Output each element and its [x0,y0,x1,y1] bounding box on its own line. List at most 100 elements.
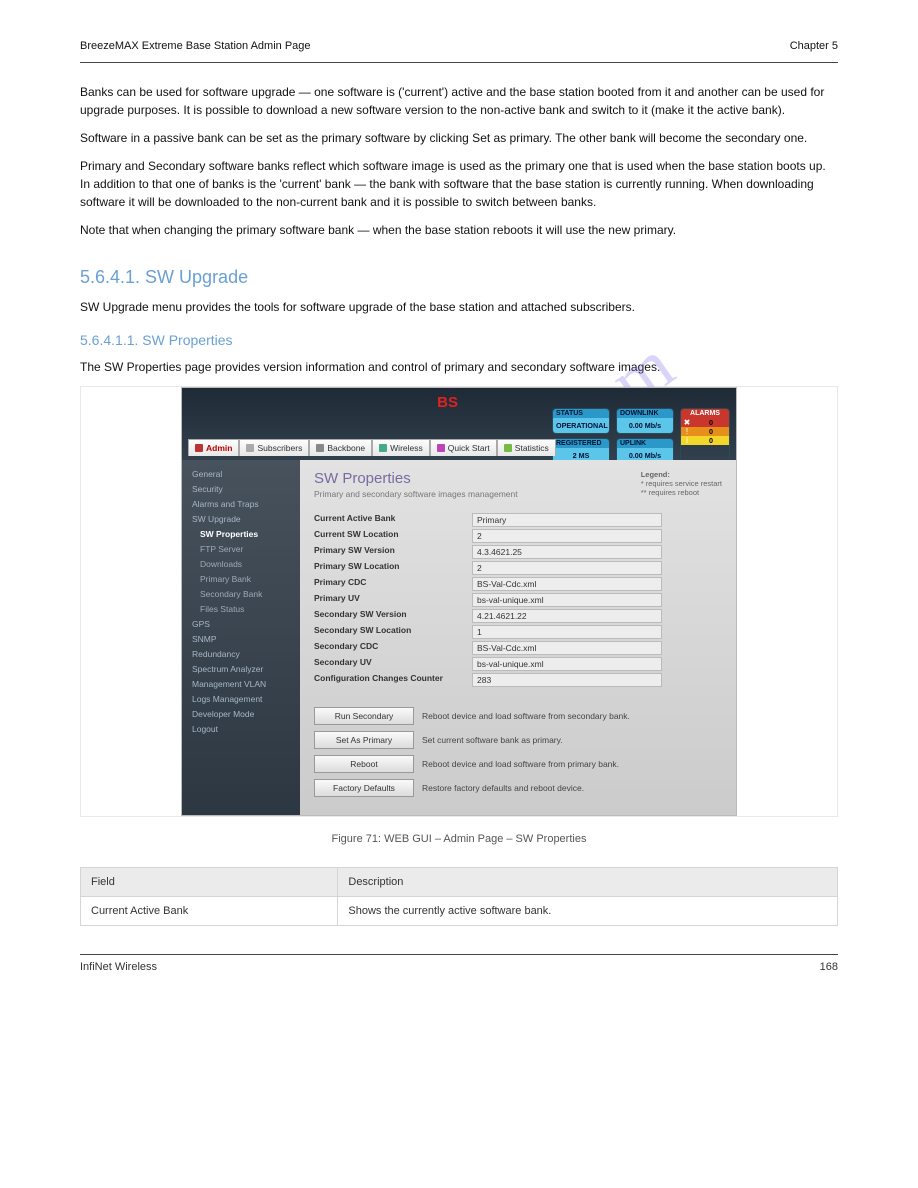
header-left: BreezeMAX Extreme Base Station Admin Pag… [80,40,311,52]
properties-grid: Current Active BankPrimaryCurrent SW Loc… [314,513,722,687]
sidebar-item-secondary-bank[interactable]: Secondary Bank [182,586,300,601]
tab-label: Quick Start [448,443,490,453]
prop-label: Secondary SW Version [314,609,464,623]
gauge-dl-body: 0.00 Mb/s [617,418,673,433]
button-desc: Set current software bank as primary. [422,735,722,745]
sidebar-item-downloads[interactable]: Downloads [182,556,300,571]
intro-para-1: Banks can be used for software upgrade —… [80,83,838,119]
prop-value: 1 [472,625,662,639]
backbone-icon [316,444,324,452]
gauge-ul-head: UPLINK [617,439,673,448]
prop-label: Primary CDC [314,577,464,591]
tab-subscribers[interactable]: Subscribers [239,439,309,456]
page-header: BreezeMAX Extreme Base Station Admin Pag… [80,40,838,52]
button-desc: Reboot device and load software from sec… [422,711,722,721]
page-footer: InfiNet Wireless 168 [80,954,838,973]
gauge-reg-head: REGISTERED [553,439,609,448]
header-rule [80,62,838,63]
screenshot-topbar: BS STATUS OPERATIONAL REGISTERED 2 MS [182,388,736,460]
legend-line-2: ** requires reboot [641,488,722,497]
sidebar-item-logout[interactable]: Logout [182,721,300,736]
tab-label: Backbone [327,443,365,453]
button-desc: Reboot device and load software from pri… [422,759,722,769]
reboot-button[interactable]: Reboot [314,755,414,773]
gauge-alarms: ALARMS ✖0 !0 i0 [680,408,730,464]
prop-label: Current Active Bank [314,513,464,527]
button-row: Run Secondary Reboot device and load soft… [314,707,722,725]
wireless-icon [379,444,387,452]
table-cell-field: Current Active Bank [81,897,338,926]
quick-start-icon [437,444,445,452]
prop-label: Primary SW Version [314,545,464,559]
figure-caption: Figure 71: WEB GUI – Admin Page – SW Pro… [80,833,838,845]
subscribers-icon [246,444,254,452]
prop-label: Primary SW Location [314,561,464,575]
button-row: Factory Defaults Restore factory defaults… [314,779,722,797]
admin-icon [195,444,203,452]
button-desc: Restore factory defaults and reboot devi… [422,783,722,793]
table-head-desc: Description [338,868,838,897]
sidebar: GeneralSecurityAlarms and TrapsSW Upgrad… [182,460,300,815]
tab-wireless[interactable]: Wireless [372,439,430,456]
tab-backbone[interactable]: Backbone [309,439,372,456]
sidebar-item-sw-upgrade[interactable]: SW Upgrade [182,511,300,526]
sidebar-item-management-vlan[interactable]: Management VLAN [182,676,300,691]
section-sw-upgrade-heading: 5.6.4.1. SW Upgrade [80,267,838,288]
tab-label: Admin [206,443,232,453]
intro-para-3: Primary and Secondary software banks ref… [80,157,838,211]
gauge-alarms-head: ALARMS [681,409,729,418]
tab-quick-start[interactable]: Quick Start [430,439,497,456]
tab-statistics[interactable]: Statistics [497,439,556,456]
sidebar-item-primary-bank[interactable]: Primary Bank [182,571,300,586]
prop-value: 4.3.4621.25 [472,545,662,559]
sidebar-item-redundancy[interactable]: Redundancy [182,646,300,661]
alarm-minor-val: 0 [693,436,729,445]
prop-label: Secondary UV [314,657,464,671]
prop-value: bs-val-unique.xml [472,593,662,607]
footer-left: InfiNet Wireless [80,961,157,973]
gauge-downlink: DOWNLINK 0.00 Mb/s [616,408,674,434]
legend: Legend: * requires service restart ** re… [641,470,722,497]
button-row: Reboot Reboot device and load software fr… [314,755,722,773]
prop-value: 4.21.4621.22 [472,609,662,623]
sidebar-item-gps[interactable]: GPS [182,616,300,631]
section-sw-upgrade-body: SW Upgrade menu provides the tools for s… [80,298,838,316]
sidebar-item-files-status[interactable]: Files Status [182,601,300,616]
sidebar-item-snmp[interactable]: SNMP [182,631,300,646]
prop-value: 2 [472,561,662,575]
alarm-major-val: 0 [693,427,729,436]
intro-para-4: Note that when changing the primary soft… [80,221,838,239]
sidebar-item-general[interactable]: General [182,466,300,481]
sidebar-item-developer-mode[interactable]: Developer Mode [182,706,300,721]
sidebar-item-logs-management[interactable]: Logs Management [182,691,300,706]
prop-value: 2 [472,529,662,543]
prop-value: 283 [472,673,662,687]
table-head-field: Field [81,868,338,897]
figure-wrap: BS STATUS OPERATIONAL REGISTERED 2 MS [80,386,838,817]
screenshot: BS STATUS OPERATIONAL REGISTERED 2 MS [181,387,737,816]
tab-admin[interactable]: Admin [188,439,239,456]
prop-label: Configuration Changes Counter [314,673,464,687]
panel: Legend: * requires service restart ** re… [300,460,736,815]
gauges: STATUS OPERATIONAL REGISTERED 2 MS DOWNL… [552,408,730,464]
footer-right: 168 [820,961,838,973]
prop-value: BS-Val-Cdc.xml [472,577,662,591]
sidebar-item-ftp-server[interactable]: FTP Server [182,541,300,556]
button-row: Set As Primary Set current software bank … [314,731,722,749]
sidebar-item-alarms-and-traps[interactable]: Alarms and Traps [182,496,300,511]
run-secondary-button[interactable]: Run Secondary [314,707,414,725]
sidebar-item-security[interactable]: Security [182,481,300,496]
gauge-dl-head: DOWNLINK [617,409,673,418]
intro-para-2: Software in a passive bank can be set as… [80,129,838,147]
set-as-primary-button[interactable]: Set As Primary [314,731,414,749]
alarm-critical-val: 0 [693,418,729,427]
alarm-minor-icon: i [681,436,693,445]
statistics-icon [504,444,512,452]
alarm-major-icon: ! [681,427,693,436]
sidebar-item-sw-properties[interactable]: SW Properties [182,526,300,541]
info-table: Field Description Current Active Bank Sh… [80,867,838,926]
tabbar: Admin Subscribers Backbone Wireless Quick St… [188,439,556,456]
tab-label: Statistics [515,443,549,453]
sidebar-item-spectrum-analyzer[interactable]: Spectrum Analyzer [182,661,300,676]
factory-defaults-button[interactable]: Factory Defaults [314,779,414,797]
